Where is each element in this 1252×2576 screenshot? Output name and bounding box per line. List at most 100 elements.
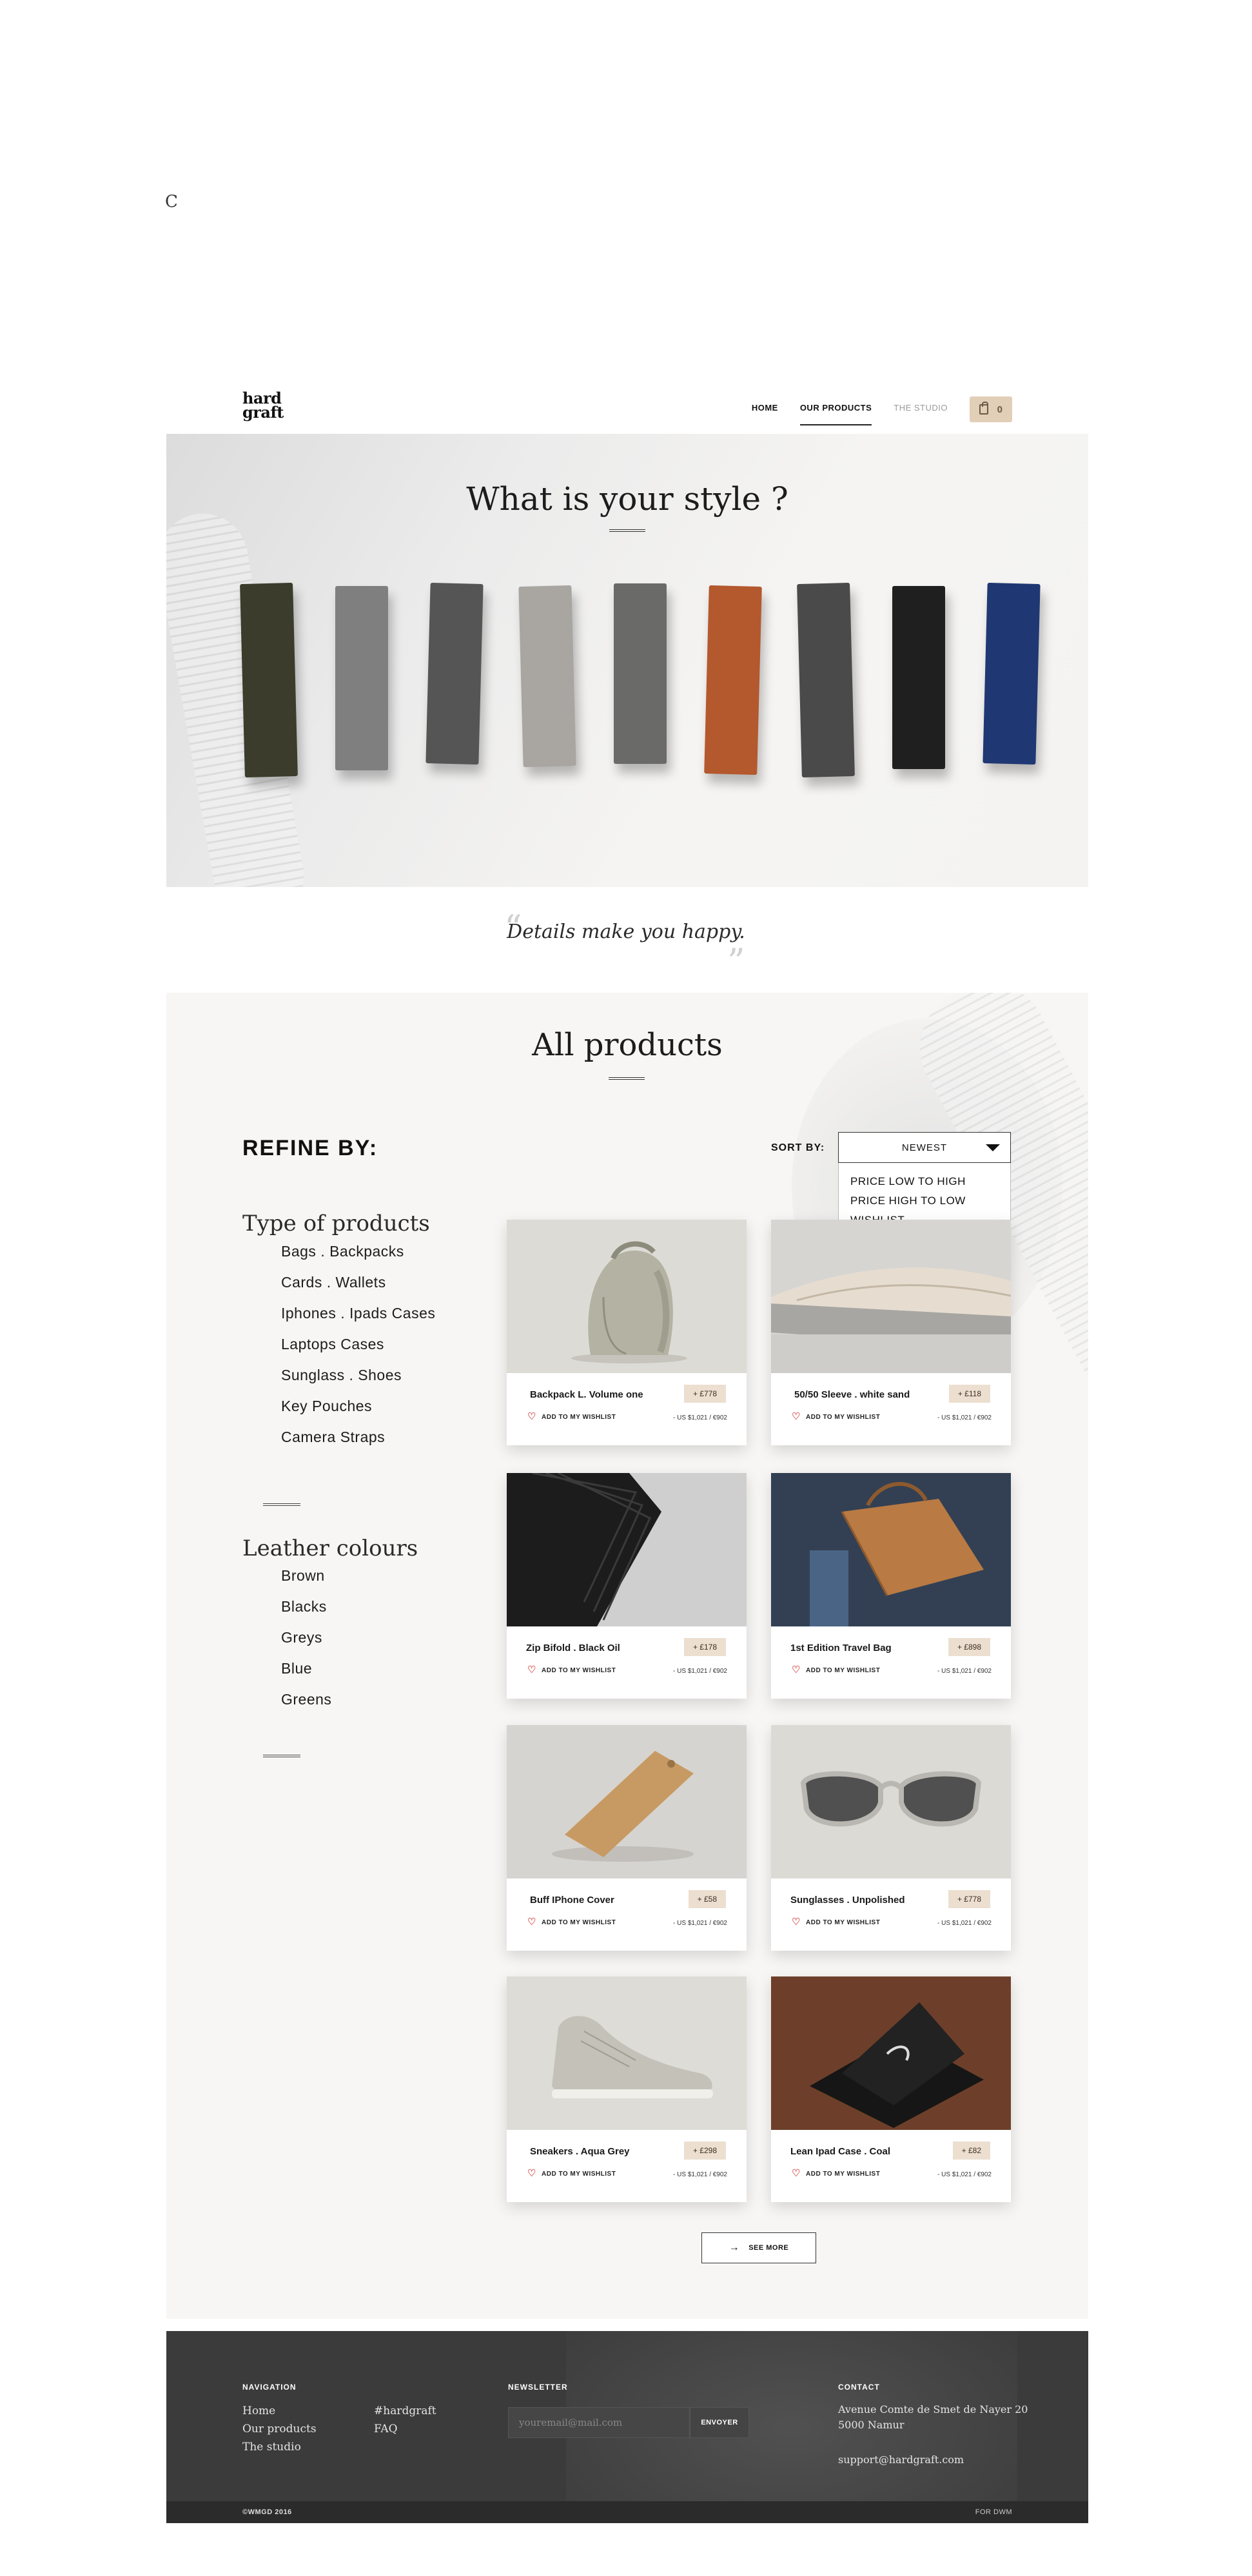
product-card[interactable]: 1st Edition Travel Bag + £898 ♡ ADD TO M… (771, 1473, 1011, 1699)
nav-home[interactable]: HOME (752, 403, 778, 416)
newsletter-email-input[interactable]: youremail@mail.com (508, 2407, 690, 2438)
product-name[interactable]: Buff IPhone Cover (530, 1895, 614, 1906)
filter-type-item[interactable]: Key Pouches (281, 1390, 435, 1421)
footer-link-studio[interactable]: The studio (242, 2438, 317, 2456)
swatch-dark-grey-felt[interactable] (425, 582, 484, 765)
filter-type-item[interactable]: Bags . Backpacks (281, 1236, 435, 1267)
cart-count: 0 (997, 404, 1003, 415)
filter-type-item[interactable]: Camera Straps (281, 1421, 435, 1452)
price-tag: + £178 (683, 1638, 726, 1656)
quote-close-mark: ” (727, 941, 745, 982)
footer-navigation-title: NAVIGATION (242, 2383, 297, 2392)
see-more-button[interactable]: → SEE MORE (701, 2232, 816, 2263)
price-conversion: - US $1,021 / €902 (673, 1414, 727, 1421)
wishlist-link[interactable]: ♡ ADD TO MY WISHLIST (527, 1412, 616, 1421)
refine-label: REFINE BY: (242, 1136, 378, 1160)
swatch-light-grey-felt[interactable] (335, 586, 388, 770)
filter-type-item[interactable]: Iphones . Ipads Cases (281, 1298, 435, 1329)
filter-divider (263, 1503, 300, 1506)
footer-extra-links: #hardgraft FAQ (374, 2402, 436, 2438)
wishlist-label: ADD TO MY WISHLIST (542, 1918, 616, 1926)
heart-icon: ♡ (792, 1411, 801, 1422)
product-name[interactable]: Lean Ipad Case . Coal (790, 2146, 890, 2157)
wallet-image[interactable] (507, 1473, 747, 1626)
filter-colour-item[interactable]: Greys (281, 1622, 331, 1653)
newsletter-submit-button[interactable]: ENVOYER (690, 2407, 749, 2438)
sort-select[interactable]: NEWEST (838, 1132, 1011, 1163)
heart-icon: ♡ (792, 2168, 801, 2179)
section-title: All products (532, 1027, 723, 1063)
laptop-sleeve-image[interactable] (771, 1220, 1011, 1373)
nav-the-studio[interactable]: THE STUDIO (894, 403, 948, 416)
swatch-blue-leather[interactable] (983, 582, 1041, 765)
site-header: hard graft HOME OUR PRODUCTS THE STUDIO … (166, 384, 1088, 434)
backpack-image[interactable] (507, 1220, 747, 1373)
filter-type-list: Bags . Backpacks Cards . Wallets Iphones… (281, 1236, 435, 1452)
wishlist-label: ADD TO MY WISHLIST (542, 2170, 616, 2178)
nav-our-products[interactable]: OUR PRODUCTS (799, 403, 872, 425)
wishlist-label: ADD TO MY WISHLIST (806, 1918, 881, 1926)
product-card[interactable]: Sneakers . Aqua Grey + £298 ♡ ADD TO MY … (507, 1976, 747, 2202)
section-divider (609, 1077, 645, 1080)
footer-nav-links: Home Our products The studio (242, 2402, 317, 2456)
sort-option[interactable]: PRICE LOW TO HIGH (850, 1172, 999, 1191)
footer-link-home[interactable]: Home (242, 2402, 317, 2420)
sunglasses-image[interactable] (771, 1725, 1011, 1878)
phone-cover-image[interactable] (507, 1725, 747, 1878)
filter-type-item[interactable]: Laptops Cases (281, 1329, 435, 1360)
copyright: ©WMGD 2016 (242, 2508, 292, 2516)
wishlist-link[interactable]: ♡ ADD TO MY WISHLIST (792, 1411, 880, 1422)
logo[interactable]: hard graft (242, 391, 284, 420)
swatch-slate-grey-leather[interactable] (614, 583, 667, 764)
main-nav: HOME OUR PRODUCTS THE STUDIO 0 (752, 396, 1012, 425)
swatch-olive-canvas[interactable] (240, 582, 298, 778)
filter-colour-item[interactable]: Blacks (281, 1591, 331, 1622)
footer-link-hashtag[interactable]: #hardgraft (374, 2402, 436, 2420)
product-name[interactable]: Backpack L. Volume one (530, 1389, 643, 1400)
product-card[interactable]: Zip Bifold . Black Oil + £178 ♡ ADD TO M… (507, 1473, 747, 1699)
wishlist-label: ADD TO MY WISHLIST (542, 1666, 616, 1674)
wishlist-link[interactable]: ♡ ADD TO MY WISHLIST (792, 1917, 881, 1927)
ipad-case-image[interactable] (771, 1976, 1011, 2130)
swatch-black-leather[interactable] (892, 586, 945, 769)
footer-contact-title: CONTACT (838, 2383, 880, 2392)
wishlist-link[interactable]: ♡ ADD TO MY WISHLIST (527, 1665, 616, 1675)
product-name[interactable]: 1st Edition Travel Bag (790, 1643, 892, 1654)
product-name[interactable]: Zip Bifold . Black Oil (526, 1643, 620, 1654)
wishlist-link[interactable]: ♡ ADD TO MY WISHLIST (792, 1665, 880, 1675)
product-card[interactable]: Sunglasses . Unpolished + £778 ♡ ADD TO … (771, 1725, 1011, 1951)
sort-selected: NEWEST (901, 1142, 948, 1153)
wishlist-link[interactable]: ♡ ADD TO MY WISHLIST (792, 2168, 880, 2179)
swatch-pale-grey-leather[interactable] (518, 585, 576, 768)
filter-type-item[interactable]: Sunglass . Shoes (281, 1360, 435, 1390)
sort-option[interactable]: PRICE HIGH TO LOW (850, 1191, 999, 1211)
filter-colour-item[interactable]: Greens (281, 1684, 331, 1715)
price-tag: + £298 (683, 2142, 726, 2160)
filter-colour-item[interactable]: Brown (281, 1560, 331, 1591)
filter-colour-item[interactable]: Blue (281, 1653, 331, 1684)
product-name[interactable]: 50/50 Sleeve . white sand (794, 1389, 910, 1400)
product-card[interactable]: Buff IPhone Cover + £58 ♡ ADD TO MY WISH… (507, 1725, 747, 1951)
product-card[interactable]: 50/50 Sleeve . white sand + £118 ♡ ADD T… (771, 1220, 1011, 1445)
heart-icon: ♡ (792, 1917, 801, 1927)
swatch-brown-leather[interactable] (704, 585, 762, 776)
shopping-bag-icon (979, 402, 988, 415)
hero-banner: What is your style ? (166, 434, 1088, 887)
price-conversion: - US $1,021 / €902 (937, 2171, 992, 2178)
cart-button[interactable]: 0 (970, 396, 1012, 422)
footer-link-products[interactable]: Our products (242, 2420, 317, 2438)
footer-email[interactable]: support@hardgraft.com (838, 2454, 964, 2466)
wishlist-link[interactable]: ♡ ADD TO MY WISHLIST (527, 1917, 616, 1927)
product-name[interactable]: Sneakers . Aqua Grey (530, 2146, 630, 2157)
heart-icon: ♡ (527, 1917, 536, 1927)
see-more-label: SEE MORE (748, 2244, 789, 2252)
product-card[interactable]: Backpack L. Volume one + £778 ♡ ADD TO M… (507, 1220, 747, 1445)
product-name[interactable]: Sunglasses . Unpolished (790, 1895, 905, 1906)
sneaker-image[interactable] (507, 1976, 747, 2130)
travel-bag-image[interactable] (771, 1473, 1011, 1626)
footer-link-faq[interactable]: FAQ (374, 2420, 436, 2438)
product-card[interactable]: Lean Ipad Case . Coal + £82 ♡ ADD TO MY … (771, 1976, 1011, 2202)
wishlist-link[interactable]: ♡ ADD TO MY WISHLIST (527, 2169, 616, 2178)
filter-type-item[interactable]: Cards . Wallets (281, 1267, 435, 1298)
swatch-charcoal-felt[interactable] (797, 582, 855, 778)
